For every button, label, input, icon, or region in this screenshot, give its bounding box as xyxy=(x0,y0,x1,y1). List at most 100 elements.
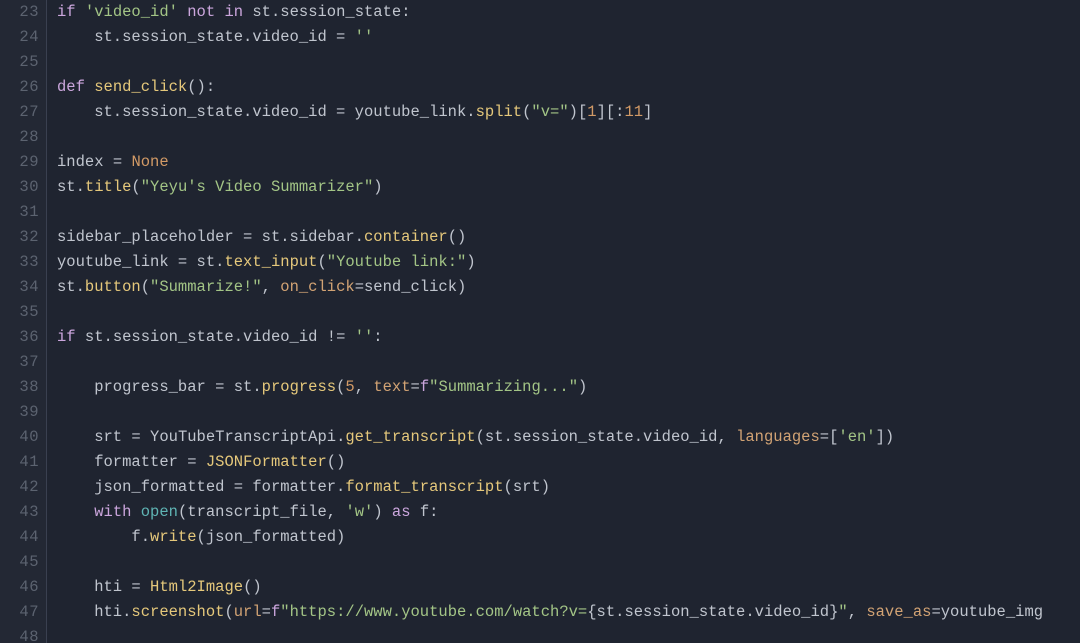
token-kw: f xyxy=(271,603,280,621)
token-pn: () xyxy=(448,228,467,246)
line-number: 44 xyxy=(0,525,46,550)
token-pn: st.sidebar. xyxy=(252,228,364,246)
token-blt: open xyxy=(141,503,178,521)
token-str: 'en' xyxy=(838,428,875,446)
line-number: 41 xyxy=(0,450,46,475)
token-pn: : xyxy=(373,328,382,346)
token-pn: , xyxy=(848,603,867,621)
token-pn: , xyxy=(355,378,374,396)
token-pn: st.session_state.video_id xyxy=(76,328,327,346)
line-number: 25 xyxy=(0,50,46,75)
line-number: 35 xyxy=(0,300,46,325)
token-attr: on_click xyxy=(280,278,354,296)
code-line[interactable]: st.title("Yeyu's Video Summarizer") xyxy=(57,175,1080,200)
token-pn: , xyxy=(262,278,281,296)
token-attr: url xyxy=(234,603,262,621)
token-pn: ( xyxy=(317,253,326,271)
token-pn: index xyxy=(57,153,113,171)
code-area[interactable]: if 'video_id' not in st.session_state: s… xyxy=(47,0,1080,643)
line-number: 48 xyxy=(0,625,46,643)
token-op: = xyxy=(178,253,187,271)
code-line[interactable] xyxy=(57,300,1080,325)
token-pn: ) xyxy=(466,253,475,271)
code-line[interactable] xyxy=(57,550,1080,575)
token-pn: send_click) xyxy=(364,278,466,296)
line-number: 47 xyxy=(0,600,46,625)
token-pn: hti. xyxy=(57,603,131,621)
code-line[interactable]: st.button("Summarize!", on_click=send_cl… xyxy=(57,275,1080,300)
token-op: = xyxy=(131,428,140,446)
token-str: "Summarize!" xyxy=(150,278,262,296)
line-number: 40 xyxy=(0,425,46,450)
code-line[interactable]: progress_bar = st.progress(5, text=f"Sum… xyxy=(57,375,1080,400)
token-pn xyxy=(76,3,85,21)
code-line[interactable]: formatter = JSONFormatter() xyxy=(57,450,1080,475)
token-def: title xyxy=(85,178,132,196)
code-editor[interactable]: 2324252627282930313233343536373839404142… xyxy=(0,0,1080,643)
code-line[interactable]: if 'video_id' not in st.session_state: xyxy=(57,0,1080,25)
code-line[interactable]: json_formatted = formatter.format_transc… xyxy=(57,475,1080,500)
code-line[interactable]: st.session_state.video_id = youtube_link… xyxy=(57,100,1080,125)
token-pn: ) xyxy=(373,503,392,521)
token-kw: in xyxy=(224,3,243,21)
code-line[interactable]: def send_click(): xyxy=(57,75,1080,100)
code-line[interactable]: sidebar_placeholder = st.sidebar.contain… xyxy=(57,225,1080,250)
code-line[interactable]: with open(transcript_file, 'w') as f: xyxy=(57,500,1080,525)
token-pn: hti xyxy=(57,578,131,596)
token-pn: youtube_link xyxy=(57,253,178,271)
code-line[interactable]: hti = Html2Image() xyxy=(57,575,1080,600)
code-line[interactable]: srt = YouTubeTranscriptApi.get_transcrip… xyxy=(57,425,1080,450)
token-def: get_transcript xyxy=(345,428,475,446)
line-number: 43 xyxy=(0,500,46,525)
token-pn: st.session_state: xyxy=(243,3,410,21)
token-op: != xyxy=(327,328,346,346)
token-const: None xyxy=(131,153,168,171)
line-number: 27 xyxy=(0,100,46,125)
token-pn: (transcript_file, xyxy=(178,503,345,521)
code-line[interactable] xyxy=(57,200,1080,225)
token-def: format_transcript xyxy=(345,478,503,496)
token-pn xyxy=(57,503,94,521)
code-line[interactable] xyxy=(57,400,1080,425)
line-number: 46 xyxy=(0,575,46,600)
code-line[interactable] xyxy=(57,125,1080,150)
code-line[interactable]: index = None xyxy=(57,150,1080,175)
token-kw: as xyxy=(392,503,411,521)
line-number: 34 xyxy=(0,275,46,300)
token-pn: ( xyxy=(131,178,140,196)
line-number: 39 xyxy=(0,400,46,425)
code-line[interactable]: st.session_state.video_id = '' xyxy=(57,25,1080,50)
token-str: "Youtube link:" xyxy=(327,253,467,271)
token-pn: (st.session_state.video_id, xyxy=(476,428,736,446)
line-number: 36 xyxy=(0,325,46,350)
token-pn xyxy=(197,453,206,471)
line-number: 26 xyxy=(0,75,46,100)
code-line[interactable]: youtube_link = st.text_input("Youtube li… xyxy=(57,250,1080,275)
token-op: = xyxy=(113,153,122,171)
token-kw: f xyxy=(420,378,429,396)
token-kw: if xyxy=(57,3,76,21)
line-number: 33 xyxy=(0,250,46,275)
token-def: Html2Image xyxy=(150,578,243,596)
line-number: 45 xyxy=(0,550,46,575)
token-num: 11 xyxy=(624,103,643,121)
code-line[interactable]: hti.screenshot(url=f"https://www.youtube… xyxy=(57,600,1080,625)
token-pn: ( xyxy=(141,278,150,296)
code-line[interactable] xyxy=(57,625,1080,643)
token-def: send_click xyxy=(94,78,187,96)
code-line[interactable] xyxy=(57,50,1080,75)
code-line[interactable]: if st.session_state.video_id != '': xyxy=(57,325,1080,350)
token-pn: f. xyxy=(57,528,150,546)
code-line[interactable] xyxy=(57,350,1080,375)
line-number: 24 xyxy=(0,25,46,50)
code-line[interactable]: f.write(json_formatted) xyxy=(57,525,1080,550)
token-str: "Summarizing..." xyxy=(429,378,578,396)
token-op: = xyxy=(411,378,420,396)
token-attr: languages xyxy=(736,428,820,446)
token-pn xyxy=(131,503,140,521)
token-op: = xyxy=(243,228,252,246)
token-pn: youtube_img xyxy=(941,603,1043,621)
token-pn: (srt) xyxy=(504,478,551,496)
token-pn: st. xyxy=(57,278,85,296)
token-pn: ) xyxy=(373,178,382,196)
